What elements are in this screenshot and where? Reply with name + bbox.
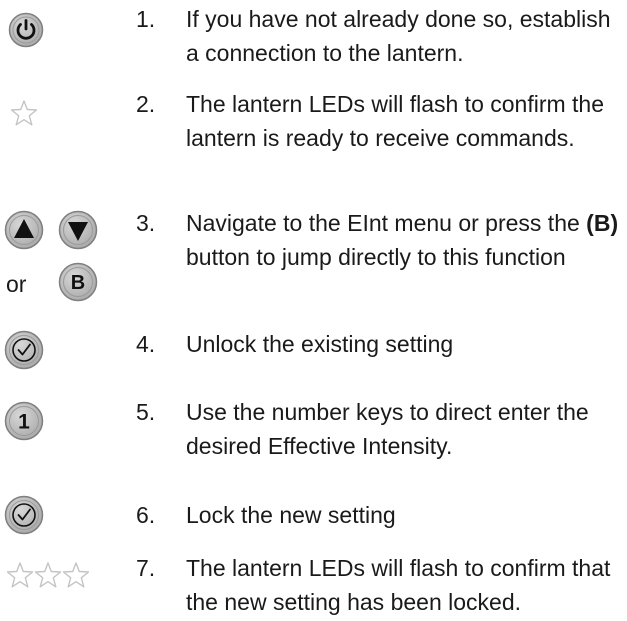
power-button-icon bbox=[8, 12, 44, 48]
b-button-label: B bbox=[71, 272, 85, 294]
step-text: Navigate to the EInt menu or press the (… bbox=[186, 210, 619, 270]
check-button-icon bbox=[4, 330, 44, 370]
step-number: 6. bbox=[136, 502, 156, 528]
step-text: Use the number keys to direct enter the … bbox=[186, 399, 589, 459]
step-text: Unlock the existing setting bbox=[186, 331, 454, 357]
up-arrow-button-icon bbox=[4, 210, 44, 250]
step-text: If you have not already done so, establi… bbox=[186, 6, 611, 66]
number-one-button-icon: 1 bbox=[4, 401, 44, 441]
step-text: The lantern LEDs will flash to confirm t… bbox=[186, 555, 611, 615]
step-text: The lantern LEDs will flash to confirm t… bbox=[186, 91, 605, 151]
or-label: or bbox=[6, 271, 27, 297]
step-text: Lock the new setting bbox=[186, 502, 396, 528]
b-button-reference: (B) bbox=[586, 210, 619, 236]
three-stars-icon bbox=[6, 562, 90, 588]
star-icon bbox=[10, 100, 38, 126]
step-number: 1. bbox=[136, 6, 156, 32]
step-number: 2. bbox=[136, 91, 156, 117]
b-button-icon: B bbox=[58, 262, 98, 302]
step-number: 7. bbox=[136, 555, 156, 581]
number-key-label: 1 bbox=[18, 411, 30, 434]
step-number: 5. bbox=[136, 399, 156, 425]
down-arrow-button-icon bbox=[58, 210, 98, 250]
step-number: 4. bbox=[136, 331, 156, 357]
check-button-icon bbox=[4, 495, 44, 535]
step-number: 3. bbox=[136, 210, 156, 236]
